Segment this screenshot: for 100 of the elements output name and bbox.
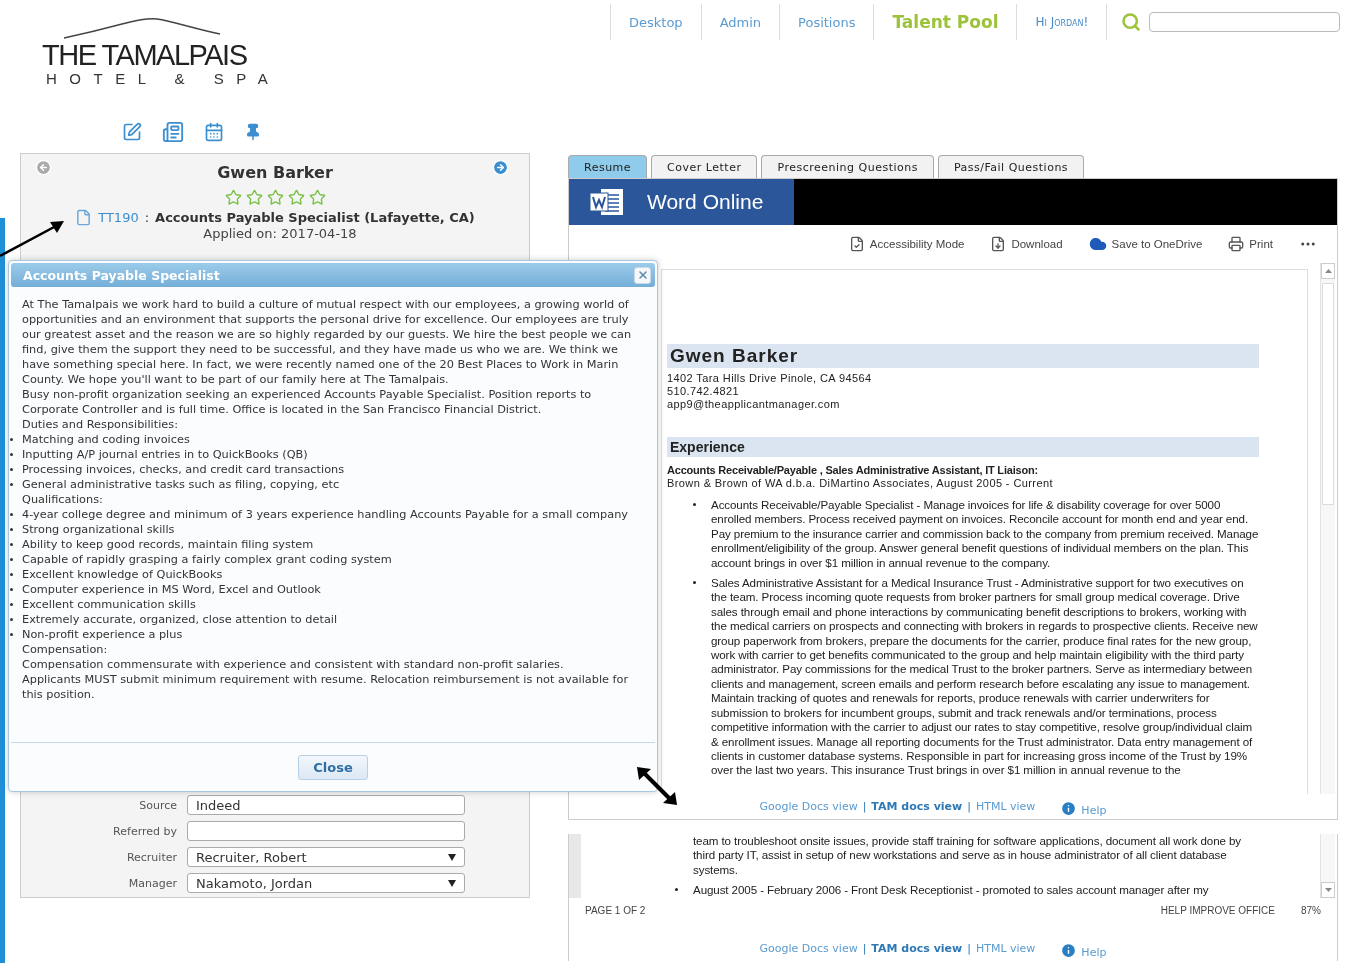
list-item: Matching and coding invoices [22, 432, 191, 447]
list-item: Capable of rapidly grasping a fairly complex grant coding system [22, 552, 393, 567]
separator: | [862, 800, 867, 813]
paragraph: Busy non-profit organization seeking an experienced Accounts Payable Specialist. Position reports to Corporate Controller and is full time. Office is located in the San Francisco Financial District. [22, 387, 593, 417]
select-field[interactable]: Recruiter, Robert [187, 847, 465, 867]
resume-name: Gwen Barker [667, 344, 1259, 368]
page-count: PAGE 1 OF 2 [585, 904, 646, 916]
list-item: 4-year college degree and minimum of 3 years experience handling Accounts Payable for a small company [22, 507, 630, 522]
edit-icon[interactable] [122, 121, 142, 142]
help-link[interactable]: Help [1060, 938, 1107, 959]
scrollbar[interactable] [1320, 834, 1335, 898]
list-item: Excellent knowledge of QuickBooks [22, 567, 224, 582]
app-name: Word Online [647, 190, 764, 214]
list-item: Extremely accurate, organized, close attention to detail [22, 612, 339, 627]
paragraph: At The Tamalpais we work hard to build a culture of mutual respect with our employees, a growing world of opportunities and an environment that supports the personal drive for excellence. Our employees are truly our greatest asset and the reason we are so highly regarded by our guests. We hire the best people we can find, give them the support they need to be successful, and they have made us who we are. We think we have something special here. In fact, we were recently named one of the 20 Best Places to Work in Marin County. We hope you'll want to be part of our family here at The Tamalpais. [22, 297, 633, 387]
field-label: Recruiter [125, 850, 177, 864]
tab[interactable]: Prescreening Questions [761, 155, 934, 178]
zoom-level: 87% [1301, 904, 1321, 916]
nav-item[interactable]: Desktop [610, 4, 701, 40]
info-icon [1060, 800, 1078, 817]
bullet-icon [10, 528, 13, 531]
job-title: Accounts Payable Specialist (Lafayette, CA) [155, 209, 475, 226]
list-item: Sales Administrative Assistant for a Medical Insurance Trust - Administrative support for two executives on the team. Process incoming quote requests from broker partners for small group medical coverage. Drive sales through email and phone interactions by communicating benefit descriptions to brokers, working with the medical carriers on prospects and connecting with brokers in regards to prospective clients. Receive new group paperwork from brokers, prepare the documents for the carrier, produce final rates for the new group, work with carrier to get benefits communicated to the group and help maintain eligibility with the third party administrator. Pay commissions for the medical Trust to the broker partners. Serve as intermediary between clients and management, screen emails and perform research before escalating any issue to management. Maintain tracking of quotes and renewals for reports, produce renewals with carrier underwriters for submission to brokers for incumbent groups, submit and track renewals and/or terminations, process competitive information with the carrier to adjust our rates to stay competitive, resolve group/individual claim & enrollment issues. Manage all reporting documents for the Trust administrator. Data entry management of clients in customer database systems. Responsible in part for increasing gross income of the Trust by 19% over the last two years. This insurance Trust brings in over $1 million in annual revenue to the [711, 576, 1259, 778]
paragraph: Compensation commensurate with experience and consistent with standard non-profit salaries. [22, 657, 565, 672]
separator: | [862, 942, 867, 955]
print-icon [1228, 236, 1245, 252]
search-field[interactable] [1149, 12, 1341, 32]
newspaper-icon[interactable] [162, 120, 184, 143]
field-label: Source [138, 798, 177, 812]
star-rating[interactable] [224, 189, 326, 206]
document-icon[interactable] [75, 209, 93, 226]
next-icon[interactable] [492, 159, 509, 176]
view-link[interactable]: HTML view [975, 800, 1036, 813]
paragraph: Qualifications: [22, 492, 104, 507]
arrow [0, 218, 66, 258]
nav-item[interactable]: Positions [779, 4, 874, 40]
document-download-icon [990, 236, 1007, 252]
input-field[interactable]: Indeed [187, 795, 465, 815]
view-link[interactable]: TAM docs view [871, 800, 963, 813]
input-field[interactable] [187, 821, 465, 841]
view-link[interactable]: Google Docs view [759, 800, 858, 813]
nav-item[interactable]: Admin [700, 4, 780, 40]
view-link[interactable]: TAM docs view [871, 942, 963, 955]
job-role: Accounts Receivable/Payable , Sales Administrative Assistant, IT Liaison: [667, 463, 1039, 477]
separator: | [967, 800, 971, 813]
caret-icon [448, 853, 456, 861]
paragraph: Duties and Responsibilities: [22, 417, 179, 432]
bullet-icon [10, 558, 13, 561]
close-icon[interactable] [634, 266, 651, 284]
bullet-icon [10, 603, 13, 606]
list-item: Strong organizational skills [22, 522, 176, 537]
toolbar-button[interactable]: Download [990, 236, 1063, 252]
caret-icon [448, 879, 456, 887]
pin-icon[interactable] [244, 122, 262, 141]
list-item: Non-profit experience a plus [22, 627, 184, 642]
calendar-icon[interactable] [204, 121, 224, 142]
margin-strip [569, 834, 581, 898]
tab[interactable]: Resume [568, 155, 648, 178]
applied-date: Applied on: 2017-04-18 [203, 226, 357, 241]
bullet-icon [10, 468, 13, 471]
help-link[interactable]: Help [1060, 796, 1107, 817]
address: 1402 Tara Hills Drive Pinole, CA 94564 [667, 372, 873, 385]
list-item: Inputting A/P journal entries in to QuickBooks (QB) [22, 447, 309, 462]
bullet-icon [10, 513, 13, 516]
paragraph: team to troubleshoot onsite issues, provide staff training for software applications, document all work done by third party IT, assist in setup of new workstations and serve as in house administrator of all client database systems. [693, 834, 1243, 878]
scrollbar[interactable] [1320, 263, 1335, 794]
field-label: Manager [127, 876, 177, 890]
close-button[interactable]: Close [298, 754, 368, 780]
job-code-link[interactable]: TT190 [98, 209, 139, 226]
greeting: Hi Jordan! [1016, 4, 1107, 40]
previous-icon[interactable] [35, 159, 52, 176]
tab[interactable]: Pass/Fail Questions [937, 155, 1085, 178]
paragraph: Compensation: [22, 642, 109, 657]
double-arrow [636, 766, 678, 806]
scroll-down-icon[interactable] [1324, 888, 1332, 892]
select-field[interactable]: Nakamoto, Jordan [187, 873, 465, 893]
candidate-name: Gwen Barker [217, 163, 333, 183]
search-icon[interactable] [1121, 12, 1142, 32]
scroll-up-icon[interactable] [1324, 269, 1332, 273]
toolbar-button[interactable]: Save to OneDrive [1088, 235, 1203, 253]
phone: 510.742.4821 [667, 385, 741, 398]
toolbar-button[interactable]: Print [1228, 236, 1273, 252]
field-label: Referred by [112, 824, 177, 838]
view-link[interactable]: Google Docs view [759, 942, 858, 955]
bullet-icon [693, 581, 696, 585]
bullet-icon [10, 453, 13, 456]
logo-subtitle: HOTEL & SPA [46, 70, 281, 87]
bullet-icon [10, 633, 13, 636]
list-item: Accounts Receivable/Payable Specialist - Manage invoices for life & disability coverage for over 5000 enrolled members. Process received payment on invoices. Reconcile account for month end and year end. Pay premium to the insurance carrier and commission back to the company from premium received. Manage enrollment/eligibility of the group. Answer general benefit questions of individual members on the plan. This account brings in over $1 million in annual revenue to the company. [711, 498, 1259, 571]
view-link[interactable]: HTML view [975, 942, 1036, 955]
bullet-icon [10, 588, 13, 591]
list-item: Excellent communication skills [22, 597, 197, 612]
tab[interactable]: Cover Letter [651, 155, 758, 178]
mountain-icon [62, 16, 222, 40]
bullet-icon [10, 543, 13, 546]
document-check-icon [848, 236, 865, 252]
toolbar-button[interactable]: Accessibility Mode [848, 236, 965, 252]
list-item: August 2005 - February 2006 - Front Desk Receptionist - promoted to sales account manager after my [693, 883, 1209, 898]
employer: Brown & Brown of WA d.b.a. DiMartino Associates, August 2005 - Current [667, 477, 1054, 490]
logo-title: THE TAMALPAIS [42, 40, 247, 70]
